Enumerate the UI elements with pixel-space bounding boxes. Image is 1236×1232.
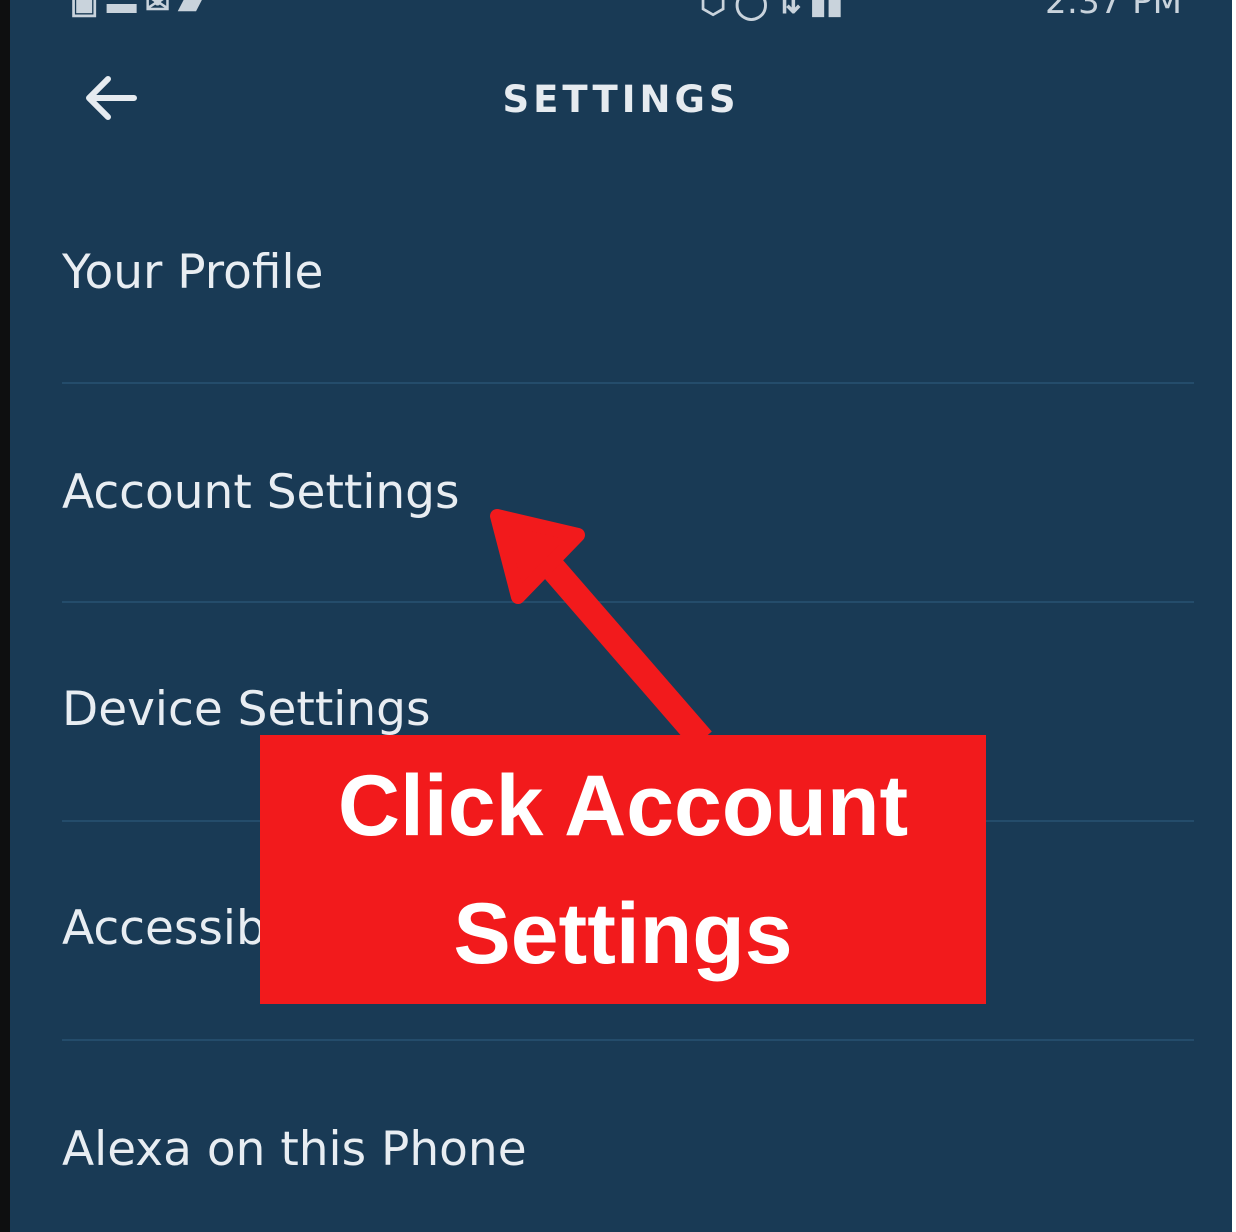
device-frame-left: [0, 0, 10, 1232]
settings-screen: ▣ ▬ ✉ ▰ ⬡ ◯ ⇅ ▮▮ 2:37 PM SETTINGS Your P…: [10, 0, 1232, 1232]
device-frame-right: [1232, 0, 1236, 1232]
instruction-callout: Click Account Settings: [260, 735, 986, 1004]
callout-line-1: Click Account: [337, 757, 909, 854]
callout-arrow-icon: [490, 509, 712, 749]
callout-line-2: Settings: [453, 885, 793, 982]
